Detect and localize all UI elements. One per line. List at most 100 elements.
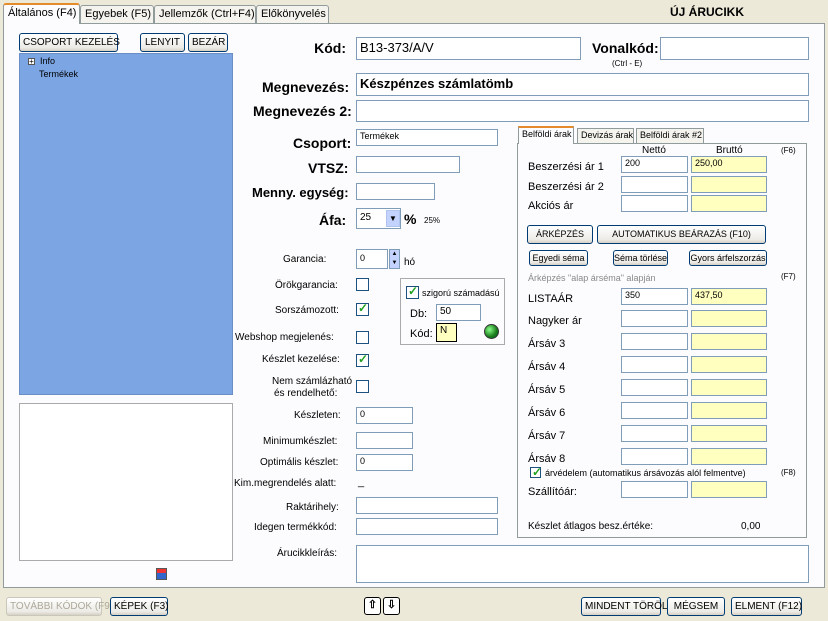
purchase2-net[interactable] (621, 176, 688, 193)
band-net[interactable] (621, 448, 688, 465)
unit-label: Menny. egység: (252, 185, 349, 200)
custom-schema-button[interactable]: Egyedi séma (529, 250, 588, 266)
gross-header: Bruttó (716, 145, 743, 156)
pricing-button[interactable]: ÁRKÉPZÉS (527, 225, 593, 244)
foreign-code-label: Idegen termékkód: (254, 522, 337, 533)
tab-properties[interactable]: Jellemzők (Ctrl+F4) (154, 5, 256, 23)
down-arrow-icon[interactable]: ⇩ (383, 597, 400, 615)
wholesale-net[interactable] (621, 310, 688, 327)
description-input[interactable] (356, 545, 809, 583)
wholesale-label: Nagyker ár (528, 315, 582, 327)
vat-select-value: 25 (360, 212, 372, 223)
tree-item-info[interactable]: Info (40, 56, 55, 66)
vat-percent-sign: % (404, 211, 417, 227)
purchase1-net[interactable]: 200 (621, 156, 688, 173)
name-label: Megnevezés: (262, 79, 350, 95)
window-title: ÚJ ÁRUCIKK (670, 5, 745, 19)
supplier-price-net[interactable] (621, 481, 688, 498)
optstock-input[interactable]: 0 (356, 454, 413, 471)
tab-preaccounting[interactable]: Előkönyvelés (256, 5, 329, 23)
clear-all-button[interactable]: MINDENT TÖRÖL (581, 597, 667, 616)
chevron-down-icon[interactable]: ▼ (386, 210, 400, 227)
band-gross[interactable] (691, 448, 767, 465)
minstock-input[interactable] (356, 432, 413, 449)
not-billable-checkbox[interactable] (356, 380, 369, 393)
kim-value: _ (358, 476, 365, 488)
quick-multiply-button[interactable]: Gyors árfelszorzás (689, 250, 767, 266)
code-input[interactable]: B13-373/A/V (356, 37, 581, 60)
vtsz-input[interactable] (356, 156, 460, 173)
tab-currency-prices[interactable]: Devizás árak (577, 128, 634, 143)
band-gross[interactable] (691, 402, 767, 419)
warehouse-label: Raktárihely: (286, 502, 339, 513)
expand-icon[interactable]: + (28, 58, 35, 66)
band-gross[interactable] (691, 379, 767, 396)
group-label: Csoport: (293, 135, 352, 151)
band-net[interactable] (621, 356, 688, 373)
image-icon[interactable] (156, 568, 167, 580)
band-gross[interactable] (691, 356, 767, 373)
vat-label: Áfa: (319, 212, 347, 228)
name2-input[interactable] (356, 100, 809, 122)
serial-label: Sorszámozott: (275, 305, 339, 316)
band-net[interactable] (621, 333, 688, 350)
db-input[interactable]: 50 (436, 304, 481, 321)
band-gross[interactable] (691, 425, 767, 442)
band-label: Ársáv 8 (528, 453, 566, 465)
strict-accounting-label: szigorú számadású (422, 288, 500, 298)
warranty-input[interactable]: 0 (356, 249, 388, 269)
warranty-label: Garancia: (283, 254, 327, 265)
collapse-button[interactable]: BEZÁR (188, 33, 228, 52)
tree-item-products[interactable]: Termékek (39, 69, 78, 79)
serial-checkbox[interactable] (356, 301, 369, 316)
tab-general[interactable]: Általános (F4) (3, 3, 80, 24)
stock-mgmt-label: Készlet kezelése: (262, 354, 340, 365)
expand-button[interactable]: LENYIT (140, 33, 185, 52)
tab-domestic-prices-2[interactable]: Belföldi árak #2 (636, 128, 704, 143)
barcode-input[interactable] (660, 37, 809, 60)
purchase1-gross[interactable]: 250,00 (691, 156, 767, 173)
band-net[interactable] (621, 402, 688, 419)
tab-other[interactable]: Egyebek (F5) (80, 5, 154, 23)
unit-input[interactable] (356, 183, 435, 200)
warranty-stepper[interactable]: ▲ ▼ (389, 249, 400, 269)
serial-code-input[interactable]: N (436, 323, 457, 342)
list-price-net[interactable]: 350 (621, 288, 688, 305)
band-net[interactable] (621, 425, 688, 442)
webshop-label: Webshop megjelenés: (235, 332, 334, 343)
delete-schema-button[interactable]: Séma törlése (613, 250, 668, 266)
f6-hint: (F6) (781, 146, 796, 155)
group-manage-button[interactable]: CSOPORT KEZELÉS (19, 33, 120, 52)
name-input[interactable]: Készpénzes számlatömb (356, 73, 809, 96)
list-price-gross[interactable]: 437,50 (691, 288, 767, 305)
supplier-price-gross[interactable] (691, 481, 767, 498)
sale-price-gross[interactable] (691, 195, 767, 212)
tab-domestic-prices[interactable]: Belföldi árak (518, 126, 574, 144)
band-gross[interactable] (691, 333, 767, 350)
lifetime-warranty-checkbox[interactable] (356, 278, 369, 291)
stock-input[interactable]: 0 (356, 407, 413, 424)
wholesale-gross[interactable] (691, 310, 767, 327)
stock-mgmt-checkbox[interactable] (356, 352, 369, 367)
price-protect-checkbox[interactable] (530, 465, 542, 479)
supplier-price-label: Szállítóár: (528, 486, 577, 498)
sale-price-net[interactable] (621, 195, 688, 212)
globe-icon[interactable] (484, 324, 499, 339)
more-codes-button[interactable]: TOVÁBBI KÓDOK (F9) (6, 597, 113, 616)
strict-accounting-checkbox[interactable] (406, 284, 419, 299)
save-button[interactable]: ELMENT (F12) (731, 597, 802, 616)
images-button[interactable]: KÉPEK (F3) (110, 597, 168, 616)
optstock-label: Optimális készlet: (260, 457, 339, 468)
webshop-checkbox[interactable] (356, 331, 369, 344)
group-tree[interactable]: + Info Termékek (19, 53, 233, 395)
foreign-code-input[interactable] (356, 518, 498, 535)
cancel-button[interactable]: MÉGSEM (667, 597, 725, 616)
warehouse-input[interactable] (356, 497, 498, 514)
not-billable-label-2: és rendelhető: (274, 388, 338, 399)
auto-pricing-button[interactable]: AUTOMATIKUS BEÁRAZÁS (F10) (597, 225, 766, 244)
up-arrow-icon[interactable]: ⇧ (364, 597, 381, 615)
purchase2-gross[interactable] (691, 176, 767, 193)
group-input[interactable]: Termékek (356, 129, 498, 146)
kim-label: Kim.megrendelés alatt: (234, 478, 337, 489)
band-net[interactable] (621, 379, 688, 396)
